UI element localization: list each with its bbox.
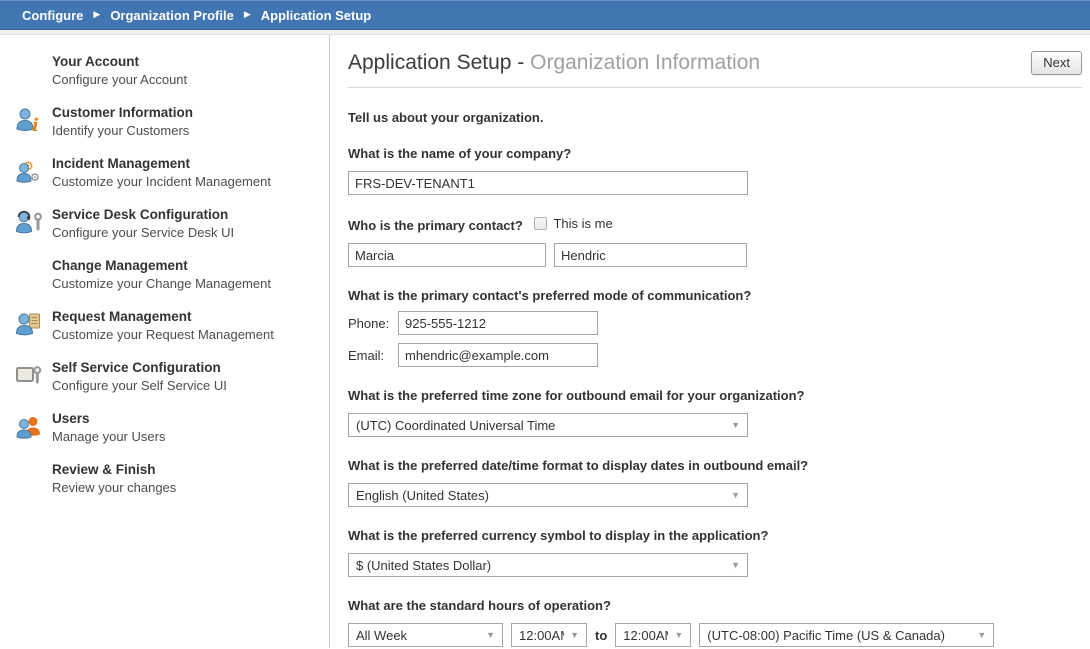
breadcrumb-configure[interactable]: Configure — [22, 8, 83, 23]
hours-days-select-value: All Week — [356, 628, 480, 643]
intro-text: Tell us about your organization. — [348, 110, 1082, 125]
blank-icon-spacer — [14, 259, 44, 289]
sidebar-item-subtitle: Customize your Incident Management — [52, 173, 271, 190]
hours-end-time-select[interactable]: 12:00AM ▼ — [615, 623, 691, 647]
page-title-main: Application Setup - — [348, 51, 524, 74]
next-button[interactable]: Next — [1031, 51, 1082, 75]
page-title: Application Setup - Organization Informa… — [348, 51, 760, 75]
sidebar-item-title: Change Management — [52, 257, 271, 275]
blank-icon-spacer — [14, 55, 44, 85]
sidebar-item-subtitle: Manage your Users — [52, 428, 165, 445]
sidebar-item-title: Incident Management — [52, 155, 271, 173]
communication-question: What is the primary contact's preferred … — [348, 288, 1082, 303]
hours-days-select[interactable]: All Week ▼ — [348, 623, 503, 647]
sidebar-item-incident-management[interactable]: ⚙ ⚙ Incident Management Customize your I… — [0, 155, 329, 190]
chevron-down-icon: ▼ — [674, 630, 683, 640]
setup-steps-sidebar: Your Account Configure your Account i Cu… — [0, 35, 330, 648]
chevron-down-icon: ▼ — [570, 630, 579, 640]
currency-select[interactable]: $ (United States Dollar) ▼ — [348, 553, 748, 577]
hours-timezone-select[interactable]: (UTC-08:00) Pacific Time (US & Canada) ▼ — [699, 623, 994, 647]
sidebar-item-title: Review & Finish — [52, 461, 176, 479]
blank-icon-spacer — [14, 463, 44, 493]
sidebar-item-customer-information[interactable]: i Customer Information Identify your Cus… — [0, 104, 329, 139]
first-name-input[interactable] — [348, 243, 546, 267]
company-name-question: What is the name of your company? — [348, 146, 1082, 161]
sidebar-item-subtitle: Review your changes — [52, 479, 176, 496]
sidebar-item-subtitle: Customize your Request Management — [52, 326, 274, 343]
breadcrumb-application-setup[interactable]: Application Setup — [261, 8, 372, 23]
sidebar-item-title: Your Account — [52, 53, 187, 71]
chevron-down-icon: ▼ — [977, 630, 986, 640]
sidebar-item-subtitle: Customize your Change Management — [52, 275, 271, 292]
sidebar-item-change-management[interactable]: Change Management Customize your Change … — [0, 257, 329, 292]
phone-input[interactable] — [398, 311, 598, 335]
chevron-down-icon: ▼ — [486, 630, 495, 640]
hours-start-time-value: 12:00AM — [519, 628, 564, 643]
svg-text:⚙: ⚙ — [30, 171, 40, 184]
sidebar-item-your-account[interactable]: Your Account Configure your Account — [0, 53, 329, 88]
application-setup-panel: Application Setup - Organization Informa… — [330, 35, 1090, 648]
last-name-input[interactable] — [554, 243, 747, 267]
sidebar-item-title: Request Management — [52, 308, 274, 326]
company-name-input[interactable] — [348, 171, 748, 195]
incident-management-icon: ⚙ ⚙ — [14, 157, 44, 187]
breadcrumb-organization-profile[interactable]: Organization Profile — [110, 8, 234, 23]
chevron-down-icon: ▼ — [731, 490, 740, 500]
svg-text:i: i — [32, 115, 39, 136]
email-label: Email: — [348, 348, 398, 363]
request-management-icon — [14, 310, 44, 340]
breadcrumb: Configure ▶ Organization Profile ▶ Appli… — [0, 0, 1090, 30]
sidebar-item-service-desk-configuration[interactable]: Service Desk Configuration Configure you… — [0, 206, 329, 241]
sidebar-item-title: Service Desk Configuration — [52, 206, 234, 224]
sidebar-item-subtitle: Configure your Account — [52, 71, 187, 88]
customer-information-icon: i — [14, 106, 44, 136]
header-divider — [348, 87, 1082, 88]
primary-contact-question-text: Who is the primary contact? — [348, 218, 523, 233]
hours-end-time-value: 12:00AM — [623, 628, 668, 643]
datetime-format-select-value: English (United States) — [356, 488, 725, 503]
datetime-format-question: What is the preferred date/time format t… — [348, 458, 1082, 473]
service-desk-icon — [14, 208, 44, 238]
timezone-select-value: (UTC) Coordinated Universal Time — [356, 418, 725, 433]
sidebar-item-subtitle: Configure your Self Service UI — [52, 377, 227, 394]
sidebar-item-title: Users — [52, 410, 165, 428]
page-title-section: Organization Information — [530, 51, 760, 74]
sidebar-item-request-management[interactable]: Request Management Customize your Reques… — [0, 308, 329, 343]
users-icon — [14, 412, 44, 442]
chevron-down-icon: ▼ — [731, 420, 740, 430]
hours-timezone-value: (UTC-08:00) Pacific Time (US & Canada) — [707, 628, 971, 643]
sidebar-item-users[interactable]: Users Manage your Users — [0, 410, 329, 445]
sidebar-item-self-service-configuration[interactable]: Self Service Configuration Configure you… — [0, 359, 329, 394]
self-service-icon — [14, 361, 44, 391]
email-input[interactable] — [398, 343, 598, 367]
hours-to-label: to — [595, 628, 607, 643]
sidebar-item-title: Customer Information — [52, 104, 193, 122]
chevron-down-icon: ▼ — [731, 560, 740, 570]
hours-start-time-select[interactable]: 12:00AM ▼ — [511, 623, 587, 647]
sidebar-item-title: Self Service Configuration — [52, 359, 227, 377]
timezone-question: What is the preferred time zone for outb… — [348, 388, 1082, 403]
primary-contact-question: Who is the primary contact? This is me — [348, 216, 1082, 233]
phone-label: Phone: — [348, 316, 398, 331]
hours-of-operation-question: What are the standard hours of operation… — [348, 598, 1082, 613]
breadcrumb-separator-icon: ▶ — [244, 9, 251, 20]
sidebar-item-subtitle: Identify your Customers — [52, 122, 193, 139]
sidebar-item-review-finish[interactable]: Review & Finish Review your changes — [0, 461, 329, 496]
breadcrumb-separator-icon: ▶ — [93, 9, 100, 20]
currency-select-value: $ (United States Dollar) — [356, 558, 725, 573]
this-is-me-checkbox[interactable] — [534, 217, 547, 230]
sidebar-item-subtitle: Configure your Service Desk UI — [52, 224, 234, 241]
datetime-format-select[interactable]: English (United States) ▼ — [348, 483, 748, 507]
this-is-me-label: This is me — [553, 216, 612, 231]
timezone-select[interactable]: (UTC) Coordinated Universal Time ▼ — [348, 413, 748, 437]
currency-question: What is the preferred currency symbol to… — [348, 528, 1082, 543]
